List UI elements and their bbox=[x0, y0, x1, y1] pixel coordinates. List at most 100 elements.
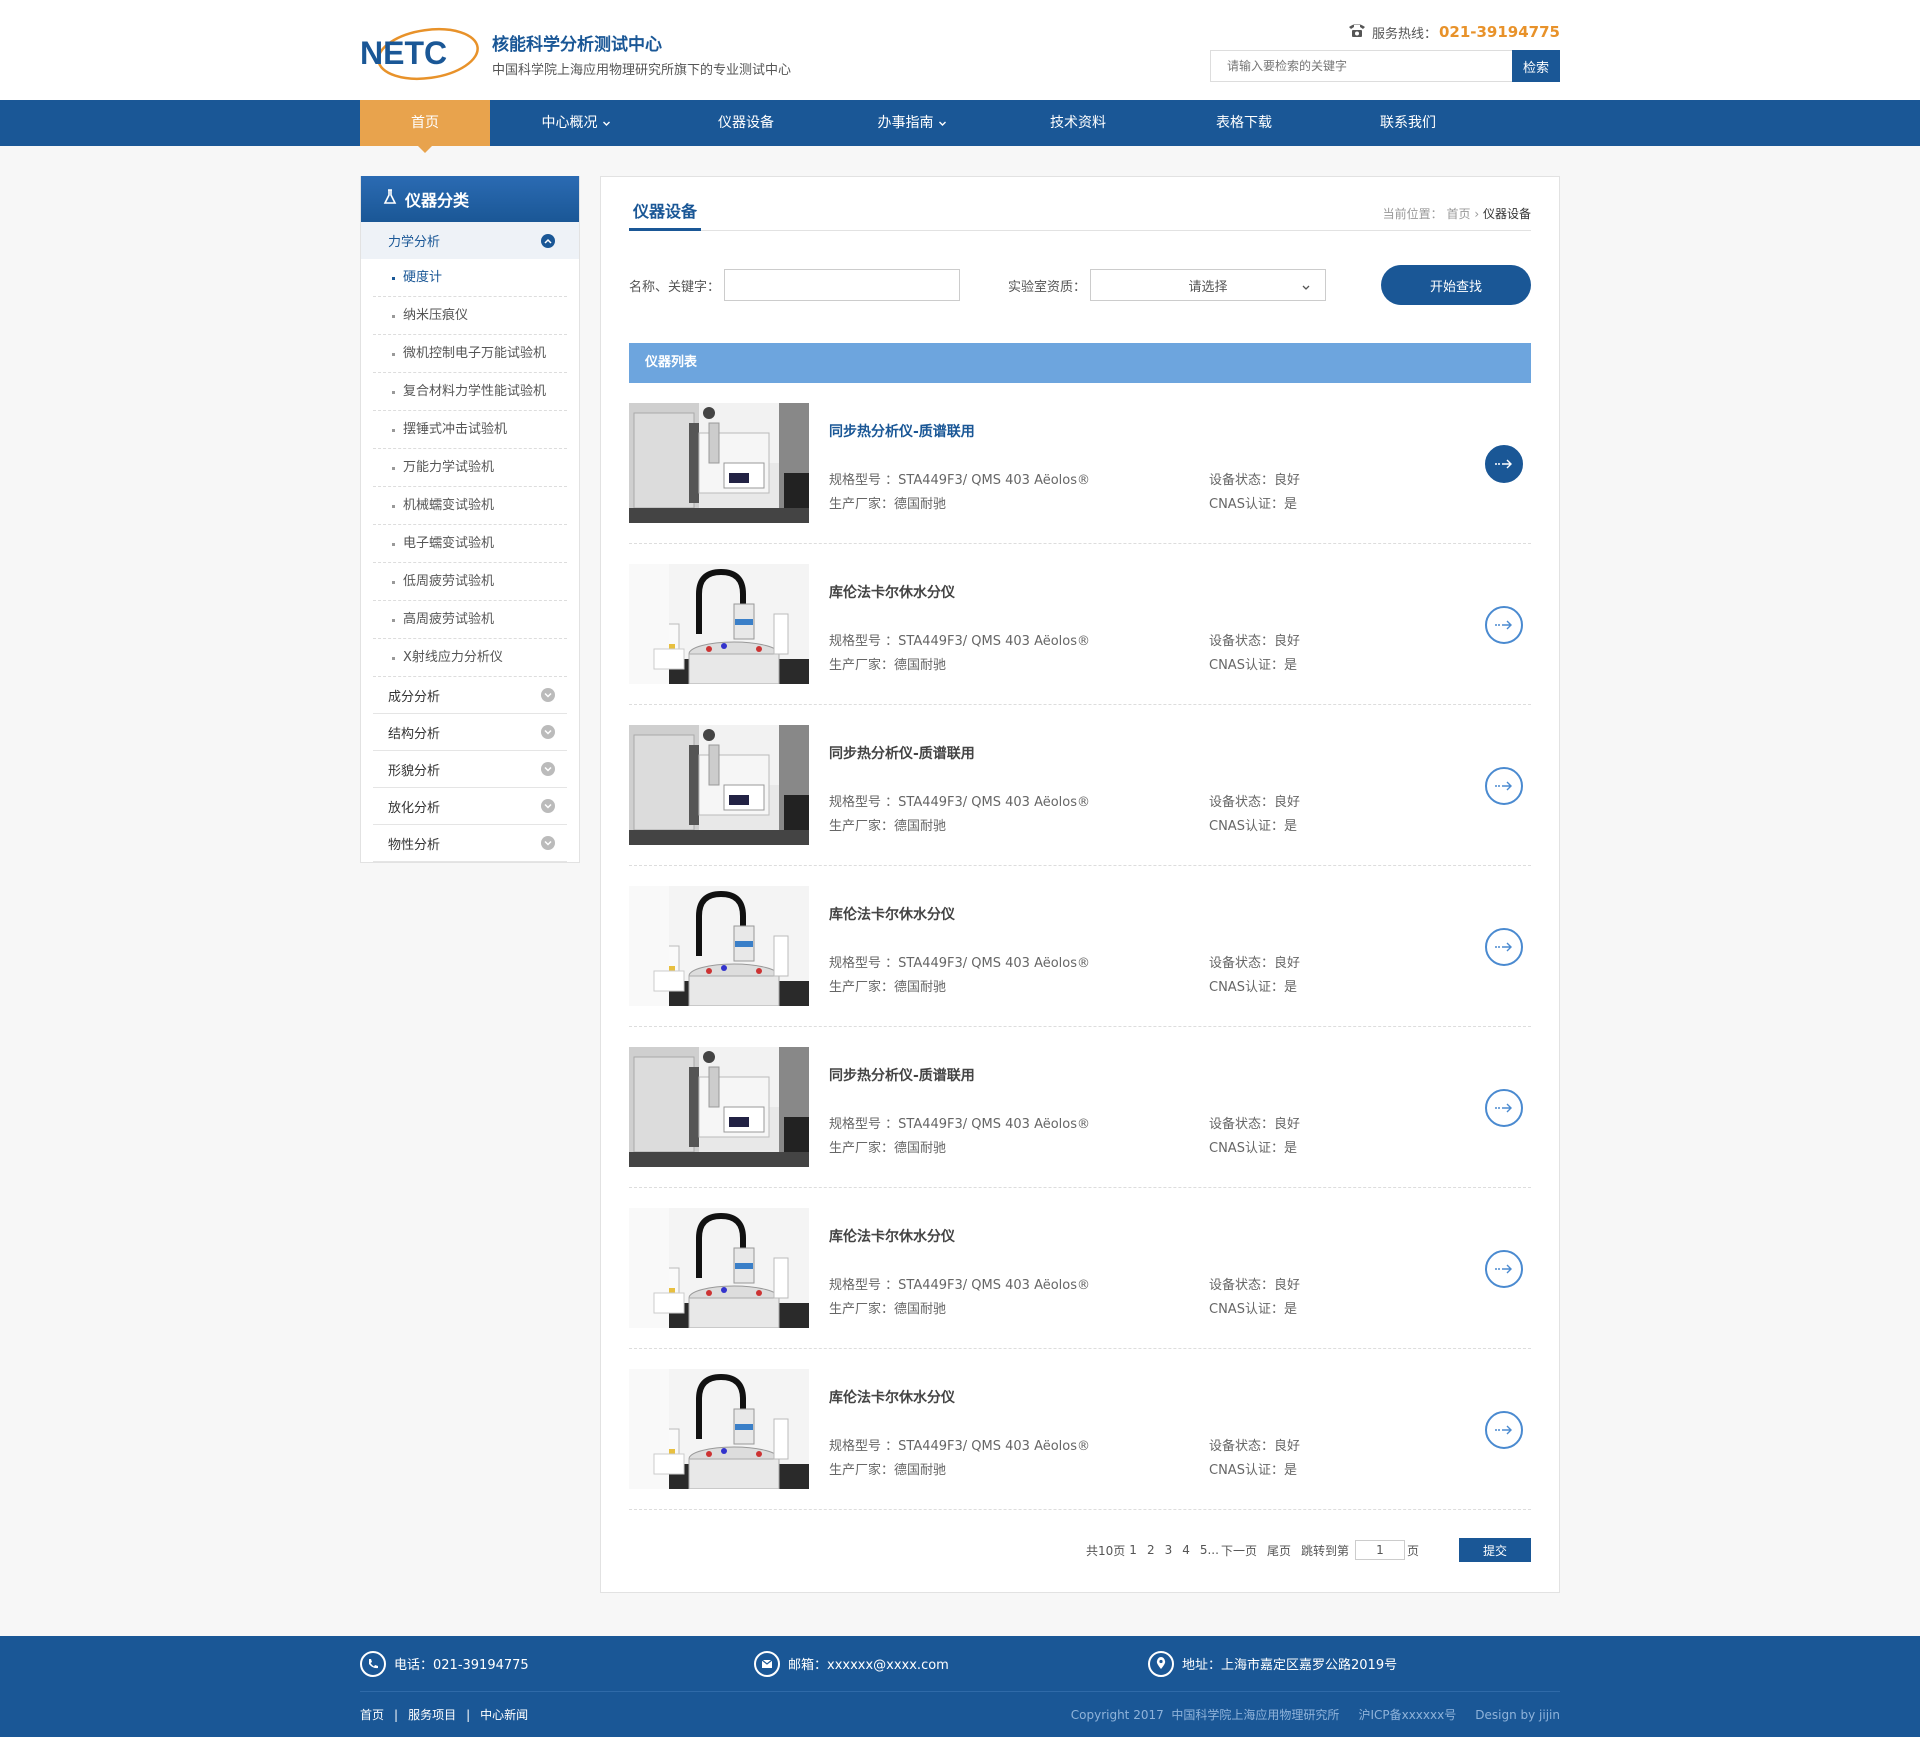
sidebar-category[interactable]: 形貌分析 bbox=[373, 751, 567, 788]
instrument-image[interactable] bbox=[629, 886, 809, 1006]
nav-item-0[interactable]: 首页 bbox=[360, 100, 490, 153]
sidebar-subitem[interactable]: 电子蠕变试验机 bbox=[373, 525, 567, 563]
arrow-right-icon[interactable] bbox=[1485, 928, 1523, 966]
cnas-label: CNAS认证： bbox=[1209, 980, 1284, 995]
instrument-image[interactable] bbox=[629, 403, 809, 523]
chevron-down-icon[interactable] bbox=[541, 799, 555, 813]
status-label: 设备状态： bbox=[1209, 634, 1275, 649]
sidebar-subitem[interactable]: 微机控制电子万能试验机 bbox=[373, 335, 567, 373]
instrument-status: 设备状态：良好 bbox=[1209, 469, 1300, 493]
footer-phone-text: 电话：021-39194775 bbox=[394, 1658, 529, 1673]
instrument-image[interactable] bbox=[629, 1369, 809, 1489]
pager-page[interactable]: 3 bbox=[1165, 1543, 1173, 1557]
status-label: 设备状态： bbox=[1209, 1117, 1275, 1132]
instrument-name[interactable]: 库伦法卡尔休水分仪 bbox=[829, 904, 1531, 924]
nav-item-3[interactable]: 办事指南 bbox=[830, 100, 994, 146]
pager-page[interactable]: 4 bbox=[1182, 1543, 1190, 1557]
nav-item-4[interactable]: 技术资料 bbox=[994, 100, 1162, 146]
instrument-image[interactable] bbox=[629, 564, 809, 684]
instrument-list-item: 同步热分析仪-质谱联用 规格型号 ：STA449F3/ QMS 403 Aëolo… bbox=[629, 383, 1531, 544]
pager-total: 共10页 bbox=[1086, 1543, 1126, 1558]
model-value: STA449F3/ QMS 403 Aëolos® bbox=[898, 1278, 1091, 1293]
arrow-right-icon[interactable] bbox=[1485, 767, 1523, 805]
start-search-button[interactable]: 开始查找 bbox=[1381, 265, 1531, 305]
netc-logo-icon: NETC bbox=[360, 24, 482, 84]
instrument-status: 设备状态：良好 bbox=[1209, 791, 1300, 815]
instrument-name[interactable]: 同步热分析仪-质谱联用 bbox=[829, 1065, 1531, 1085]
instrument-image[interactable] bbox=[629, 1208, 809, 1328]
sidebar-subitem[interactable]: 复合材料力学性能试验机 bbox=[373, 373, 567, 411]
cnas-label: CNAS认证： bbox=[1209, 1463, 1284, 1478]
instrument-list-item: 库伦法卡尔休水分仪 规格型号 ：STA449F3/ QMS 403 Aëolos®… bbox=[629, 866, 1531, 1027]
nav-item-1[interactable]: 中心概况 bbox=[490, 100, 662, 146]
footer-link[interactable]: 服务项目 bbox=[408, 1708, 456, 1722]
status-value: 良好 bbox=[1274, 795, 1301, 810]
instrument-name[interactable]: 同步热分析仪-质谱联用 bbox=[829, 743, 1531, 763]
instrument-image[interactable] bbox=[629, 1047, 809, 1167]
sidebar-subitem[interactable]: 摆锤式冲击试验机 bbox=[373, 411, 567, 449]
chevron-down-icon[interactable] bbox=[541, 762, 555, 776]
keyword-input[interactable] bbox=[724, 269, 961, 301]
chevron-up-icon[interactable] bbox=[541, 233, 555, 248]
instrument-image[interactable] bbox=[629, 725, 809, 845]
site-logo[interactable]: NETC 核能科学分析测试中心 中国科学院上海应用物理研究所旗下的专业测试中心 bbox=[360, 24, 791, 84]
arrow-right-icon[interactable] bbox=[1485, 1411, 1523, 1449]
hotline: 服务热线： 021-39194775 bbox=[1348, 22, 1560, 42]
sidebar-subitem[interactable]: 机械蠕变试验机 bbox=[373, 487, 567, 525]
sidebar-category-open[interactable]: 力学分析 bbox=[361, 222, 579, 259]
pager-page[interactable]: 1 bbox=[1129, 1543, 1137, 1557]
chevron-down-icon[interactable] bbox=[541, 688, 555, 702]
pager-next[interactable]: 下一页 bbox=[1221, 1542, 1257, 1559]
status-label: 设备状态： bbox=[1209, 473, 1275, 488]
instrument-cnas: CNAS认证：是 bbox=[1209, 1137, 1297, 1161]
search-input[interactable] bbox=[1210, 50, 1512, 82]
pager-last[interactable]: 尾页 bbox=[1267, 1542, 1291, 1559]
sidebar-subitem[interactable]: 纳米压痕仪 bbox=[373, 297, 567, 335]
instrument-name[interactable]: 同步热分析仪-质谱联用 bbox=[829, 421, 1531, 441]
arrow-right-icon[interactable] bbox=[1485, 445, 1523, 483]
instrument-name[interactable]: 库伦法卡尔休水分仪 bbox=[829, 582, 1531, 602]
maker-label: 生产厂家： bbox=[829, 1302, 895, 1317]
instrument-cnas: CNAS认证：是 bbox=[1209, 654, 1297, 678]
sidebar-category[interactable]: 成分分析 bbox=[373, 677, 567, 714]
pager-page[interactable]: 2 bbox=[1147, 1543, 1155, 1557]
category-label: 结构分析 bbox=[388, 726, 441, 742]
footer-link[interactable]: 中心新闻 bbox=[480, 1708, 528, 1722]
nav-item-5[interactable]: 表格下载 bbox=[1162, 100, 1326, 146]
footer-phone: 电话：021-39194775 bbox=[360, 1650, 754, 1677]
chevron-down-icon bbox=[598, 115, 611, 131]
status-value: 良好 bbox=[1274, 1117, 1301, 1132]
sidebar-category[interactable]: 放化分析 bbox=[373, 788, 567, 825]
phone-icon bbox=[360, 1650, 386, 1677]
arrow-right-icon[interactable] bbox=[1485, 606, 1523, 644]
lab-qualification-select[interactable]: 请选择 bbox=[1090, 269, 1327, 301]
filter-bar: 名称、关键字： 实验室资质： 请选择 开始查找 bbox=[629, 265, 1531, 305]
instrument-maker: 生产厂家：德国耐驰 bbox=[829, 654, 1209, 678]
footer-links: 首页 | 服务项目 | 中心新闻 bbox=[360, 1706, 528, 1723]
page-jump-input[interactable]: 1 bbox=[1354, 1540, 1405, 1560]
model-value: STA449F3/ QMS 403 Aëolos® bbox=[898, 956, 1091, 971]
chevron-down-icon[interactable] bbox=[541, 725, 555, 739]
arrow-right-icon[interactable] bbox=[1485, 1250, 1523, 1288]
hotline-number[interactable]: 021-39194775 bbox=[1439, 23, 1560, 41]
sidebar-subitem[interactable]: 高周疲劳试验机 bbox=[373, 601, 567, 639]
sidebar-subitem[interactable]: 低周疲劳试验机 bbox=[373, 563, 567, 601]
footer-email-text[interactable]: 邮箱：xxxxxx@xxxx.com bbox=[788, 1654, 949, 1673]
breadcrumb-home[interactable]: 首页 bbox=[1447, 207, 1471, 221]
footer-link[interactable]: 首页 bbox=[360, 1708, 384, 1722]
nav-item-2[interactable]: 仪器设备 bbox=[662, 100, 830, 146]
instrument-name[interactable]: 库伦法卡尔休水分仪 bbox=[829, 1226, 1531, 1246]
pager-page[interactable]: 5... bbox=[1200, 1543, 1219, 1557]
chevron-down-icon[interactable] bbox=[541, 836, 555, 850]
nav-item-6[interactable]: 联系我们 bbox=[1326, 100, 1490, 146]
pager-submit-button[interactable]: 提交 bbox=[1459, 1538, 1531, 1562]
sidebar-subitem[interactable]: 万能力学试验机 bbox=[373, 449, 567, 487]
sidebar-subitem[interactable]: 硬度计 bbox=[373, 259, 567, 297]
sidebar-subitem[interactable]: X射线应力分析仪 bbox=[373, 639, 567, 677]
maker-label: 生产厂家： bbox=[829, 1463, 895, 1478]
sidebar-category[interactable]: 物性分析 bbox=[373, 825, 567, 862]
sidebar-category[interactable]: 结构分析 bbox=[373, 714, 567, 751]
arrow-right-icon[interactable] bbox=[1485, 1089, 1523, 1127]
instrument-name[interactable]: 库伦法卡尔休水分仪 bbox=[829, 1387, 1531, 1407]
search-button[interactable]: 检索 bbox=[1512, 50, 1560, 82]
